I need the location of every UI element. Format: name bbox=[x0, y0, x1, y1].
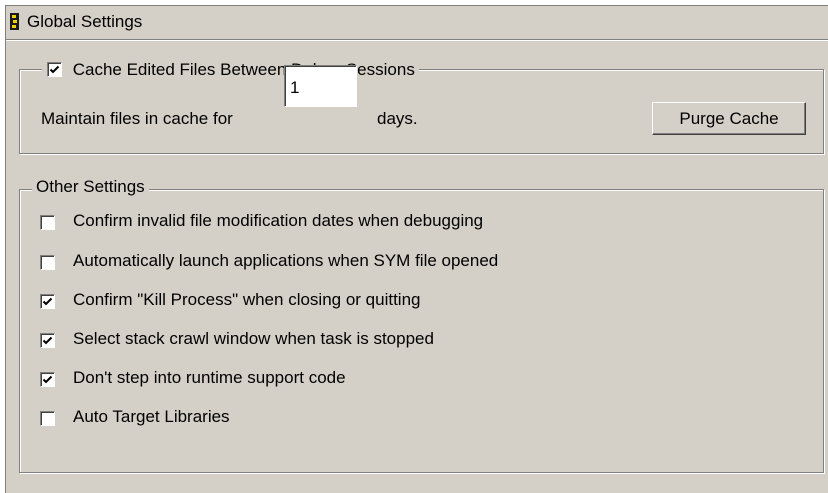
option-checkbox[interactable] bbox=[40, 294, 55, 309]
option-label: Confirm invalid file modification dates … bbox=[73, 211, 484, 230]
title-bar: Global Settings bbox=[6, 6, 828, 40]
option-label: Select stack crawl window when task is s… bbox=[73, 329, 434, 348]
other-settings-legend: Other Settings bbox=[32, 177, 149, 197]
cache-edited-files-label: Cache Edited Files Between Debug Session… bbox=[72, 60, 415, 79]
global-settings-panel: Global Settings Cache Edited Files Betwe… bbox=[5, 5, 828, 493]
option-checkbox[interactable] bbox=[40, 372, 55, 387]
cache-group-legend: Cache Edited Files Between Debug Session… bbox=[42, 60, 419, 82]
option-checkbox[interactable] bbox=[40, 255, 55, 270]
panel-title: Global Settings bbox=[27, 12, 143, 31]
option-checkbox[interactable] bbox=[40, 411, 55, 426]
option-checkbox[interactable] bbox=[40, 215, 55, 230]
option-label: Auto Target Libraries bbox=[73, 407, 230, 426]
days-unit-label: days. bbox=[377, 109, 418, 128]
settings-panel-icon bbox=[10, 13, 19, 30]
option-checkbox[interactable] bbox=[40, 333, 55, 348]
purge-cache-button[interactable]: Purge Cache bbox=[652, 102, 806, 135]
maintain-files-label: Maintain files in cache for bbox=[41, 109, 233, 128]
option-label: Don't step into runtime support code bbox=[73, 368, 346, 387]
option-label: Confirm "Kill Process" when closing or q… bbox=[73, 290, 421, 309]
option-label: Automatically launch applications when S… bbox=[73, 251, 499, 270]
cache-edited-files-checkbox[interactable] bbox=[47, 62, 62, 78]
cache-days-input[interactable] bbox=[284, 65, 357, 107]
